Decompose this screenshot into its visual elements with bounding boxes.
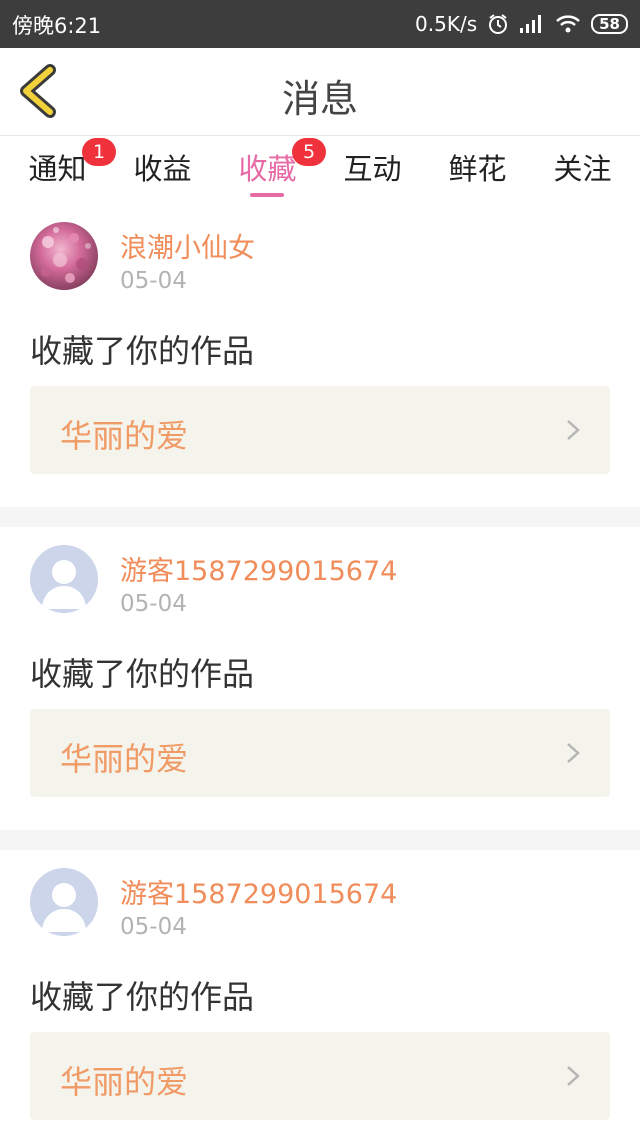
action-text: 收藏了你的作品	[30, 978, 255, 1016]
status-indicators: 0.5K/s 58	[415, 9, 628, 39]
post-date: 05-04	[120, 268, 187, 294]
page-title: 消息	[281, 77, 358, 121]
list-item: 浪潮小仙女 05-04 收藏了你的作品 华丽的爱	[0, 204, 640, 507]
divider	[0, 830, 640, 850]
chevron-right-icon	[567, 1066, 580, 1086]
network-speed: 0.5K/s	[415, 12, 478, 36]
post-date: 05-04	[120, 914, 187, 940]
user-name[interactable]: 浪潮小仙女	[120, 226, 255, 265]
work-link[interactable]: 华丽的爱	[30, 709, 610, 797]
active-tab-indicator	[250, 193, 284, 197]
action-text: 收藏了你的作品	[30, 332, 255, 370]
tab-notifications[interactable]: 通知 1	[5, 138, 116, 188]
tab-favorites[interactable]: 收藏 5	[215, 138, 326, 188]
work-title: 华丽的爱	[60, 417, 189, 455]
status-time: 傍晚6:21	[12, 14, 102, 38]
tab-flowers[interactable]: 鲜花	[425, 146, 530, 188]
favorites-feed: 浪潮小仙女 05-04 收藏了你的作品 华丽的爱 游客1587299015674…	[0, 204, 640, 1138]
tab-label: 收益	[133, 152, 192, 186]
chevron-right-icon	[567, 743, 580, 763]
work-title: 华丽的爱	[60, 1063, 189, 1101]
alarm-icon	[489, 14, 508, 34]
nav-bar: 消息	[0, 48, 640, 136]
tab-follows[interactable]: 关注	[530, 146, 635, 188]
user-name[interactable]: 游客1587299015674	[120, 872, 397, 911]
user-name[interactable]: 游客1587299015674	[120, 549, 397, 588]
default-user-avatar-icon	[30, 868, 98, 936]
avatar[interactable]	[30, 545, 98, 613]
action-text: 收藏了你的作品	[30, 655, 255, 693]
avatar[interactable]	[30, 222, 98, 290]
work-link[interactable]: 华丽的爱	[30, 1032, 610, 1120]
tab-label: 收藏	[238, 152, 297, 186]
list-item: 游客1587299015674 05-04 收藏了你的作品 华丽的爱	[0, 527, 640, 830]
battery-indicator: 58	[591, 14, 628, 34]
tab-interactions[interactable]: 互动	[320, 146, 425, 188]
signal-icon	[520, 15, 542, 33]
tab-label: 互动	[343, 152, 402, 186]
list-item: 游客1587299015674 05-04 收藏了你的作品 华丽的爱	[0, 850, 640, 1138]
work-title: 华丽的爱	[60, 740, 189, 778]
post-date: 05-04	[120, 591, 187, 617]
divider	[0, 507, 640, 527]
flower-photo-avatar-icon	[30, 222, 98, 290]
status-bar: 傍晚6:21 0.5K/s 58	[0, 0, 640, 48]
tab-label: 通知	[28, 152, 87, 186]
default-user-avatar-icon	[30, 545, 98, 613]
tab-bar: 通知 1 收益 收藏 5 互动 鲜花 关注	[0, 136, 640, 204]
avatar[interactable]	[30, 868, 98, 936]
wifi-icon	[556, 15, 580, 33]
tab-label: 鲜花	[448, 152, 507, 186]
tab-earnings[interactable]: 收益	[110, 146, 215, 188]
tab-label: 关注	[553, 152, 612, 186]
work-link[interactable]: 华丽的爱	[30, 386, 610, 474]
chevron-right-icon	[567, 420, 580, 440]
